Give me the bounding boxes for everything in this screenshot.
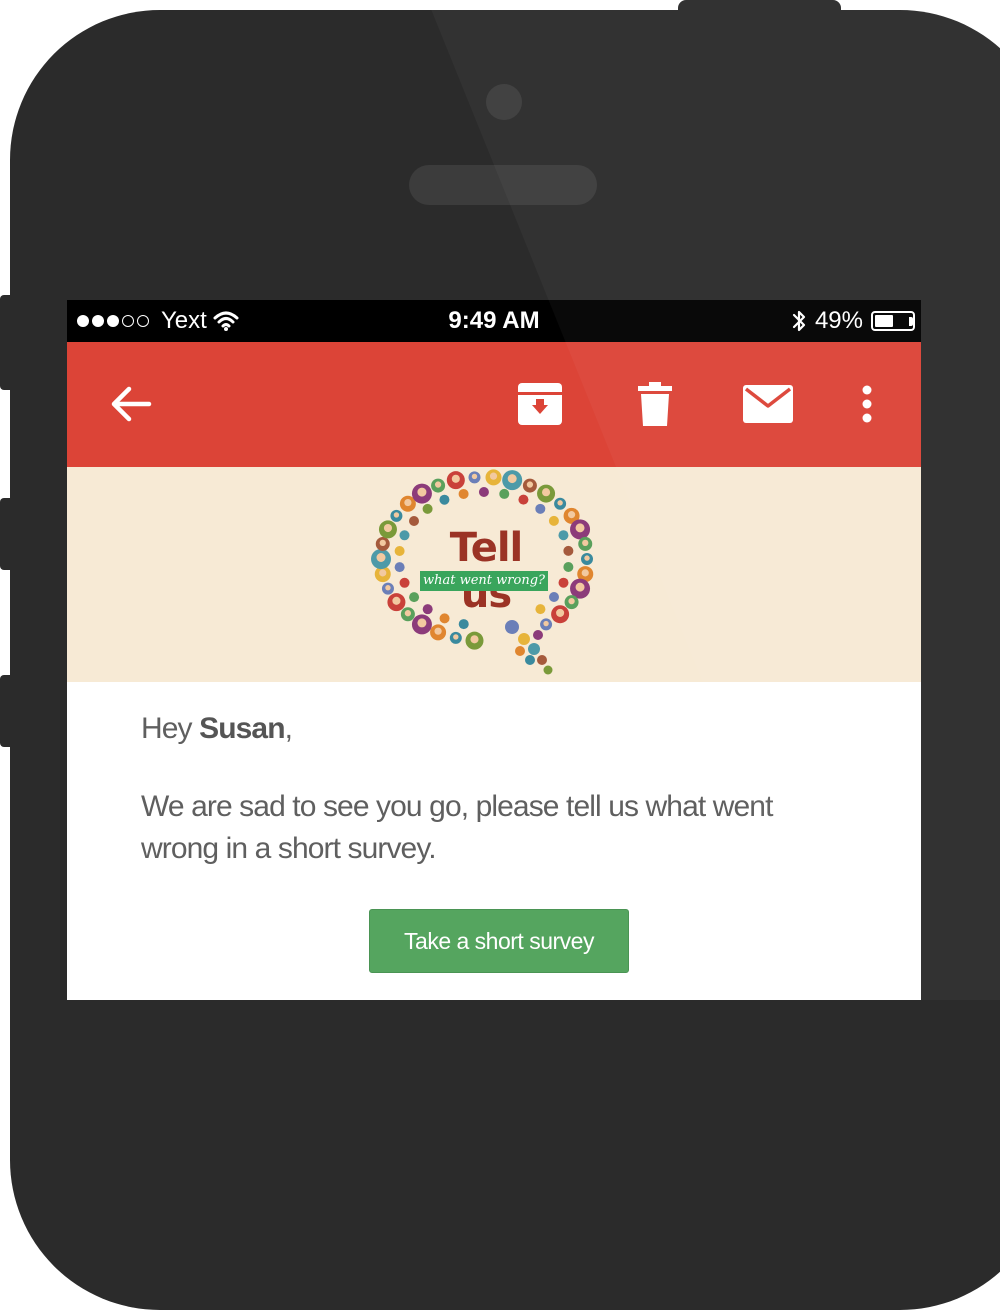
avatar-dot [439,494,450,505]
avatar-dot [548,515,559,526]
avatar-face [393,512,400,518]
avatar-face [379,539,386,547]
avatar-face [543,620,549,627]
avatar-dot [399,577,410,588]
avatar-face [434,627,442,635]
avatar-face [489,472,498,480]
avatar-face [392,596,401,605]
avatar-dot [518,494,529,505]
battery-icon [871,311,915,331]
avatar-face [507,474,517,484]
trash-icon [638,382,672,426]
avatar-dot [537,655,547,665]
avatar-dot [458,488,469,499]
avatar-face [434,481,442,488]
avatar-dot [478,487,489,498]
take-survey-button[interactable]: Take a short survey [369,909,629,973]
back-button[interactable] [103,376,159,432]
avatar-face [451,474,460,483]
avatar-dot [543,665,553,675]
avatar-dot [394,562,405,573]
avatar-face [575,582,585,592]
avatar-face [376,553,386,562]
banner-subline: what went wrong? [420,571,548,591]
avatar-face [417,487,427,497]
avatar-dot [422,503,433,514]
more-vertical-icon [862,385,872,423]
avatar-face [542,488,551,497]
archive-icon [518,383,562,425]
avatar-dot [558,530,569,541]
avatar-dot [525,655,535,665]
avatar-face [417,618,427,628]
back-arrow-icon [111,386,152,422]
avatar-face [379,569,387,577]
avatar-face [383,523,393,533]
avatar-dot [535,503,546,514]
front-camera [486,84,522,120]
email-toolbar [67,342,921,467]
archive-button[interactable] [512,376,568,432]
volume-up-button [0,498,14,570]
avatar-dot [505,620,519,634]
avatar-face [584,555,590,561]
battery-percent: 49% [814,307,863,334]
email-banner: Tell us what went wrong? [67,467,921,682]
delete-button[interactable] [627,376,683,432]
avatar-face [526,481,534,488]
more-options-button[interactable] [839,376,895,432]
bluetooth-icon [792,310,806,332]
avatar-face [404,498,412,507]
greeting-prefix: Hey [141,712,200,745]
avatar-dot [394,545,405,556]
avatar-dot [563,545,574,556]
avatar-face [404,610,412,617]
recipient-name: Susan [199,712,285,745]
mark-unread-button[interactable] [740,376,796,432]
avatar-dot [409,515,420,526]
greeting-suffix: , [284,712,293,745]
battery-level [875,315,893,327]
avatar-dot [563,562,574,573]
avatar-face [471,473,478,480]
power-button [678,0,841,16]
avatar-face [556,608,565,617]
avatar-dot [518,633,530,645]
avatar-face [567,511,576,519]
avatar-face [582,539,589,547]
avatar-face [453,634,459,640]
mail-icon [743,385,793,423]
avatar-face [568,597,575,605]
volume-down-button [0,675,14,747]
phone-screen: Yext 9:49 AM 49% Tell us what went wrong… [67,300,921,1000]
avatar-face [581,569,589,577]
avatar-face [575,523,585,533]
avatar-face [470,635,479,644]
earpiece-speaker [409,165,597,205]
avatar-face [557,500,563,506]
avatar-dot [528,643,540,655]
avatar-face [385,585,391,591]
mute-switch [0,295,14,390]
status-bar: Yext 9:49 AM 49% [67,300,921,342]
email-greeting: Hey Susan, [141,708,841,750]
avatar-dot [533,630,543,640]
status-right: 49% [791,307,915,335]
avatar-dot [548,592,559,603]
avatar-dot [399,530,410,541]
avatar-dot [409,592,420,603]
avatar-dot [458,619,469,630]
email-message: We are sad to see you go, please tell us… [141,790,773,865]
avatar-dot [515,646,525,656]
avatar-dot [558,577,569,588]
avatar-dot [499,488,510,499]
